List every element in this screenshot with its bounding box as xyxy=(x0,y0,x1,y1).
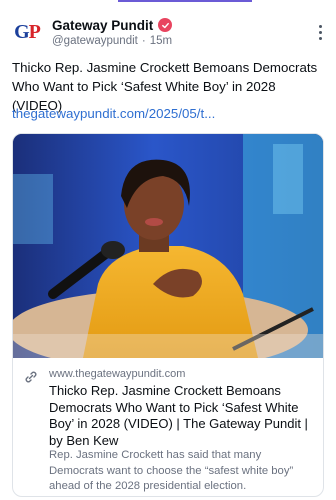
card-title[interactable]: Thicko Rep. Jasmine Crockett Bemoans Dem… xyxy=(49,383,315,449)
author-name[interactable]: Gateway Pundit xyxy=(52,18,153,33)
post-link[interactable]: thegatewaypundit.com/2025/05/t... xyxy=(12,106,215,121)
link-preview-card[interactable]: www.thegatewaypundit.com Thicko Rep. Jas… xyxy=(12,133,324,497)
author-name-row: Gateway Pundit xyxy=(52,18,312,33)
separator-dot: · xyxy=(141,34,146,47)
more-vertical-icon[interactable] xyxy=(312,20,328,44)
preview-image xyxy=(13,134,323,358)
verified-badge-icon xyxy=(158,18,173,32)
card-domain: www.thegatewaypundit.com xyxy=(49,368,186,380)
author-handle[interactable]: @gatewaypundit xyxy=(52,35,138,47)
avatar[interactable]: GP xyxy=(12,17,42,47)
post-time[interactable]: 15m xyxy=(150,35,172,47)
avatar-letter-g: G xyxy=(14,20,30,43)
feed-post: GP Gateway Pundit @gatewaypundit · 15m T… xyxy=(0,0,336,500)
link-chain-icon xyxy=(25,371,37,383)
handle-row: @gatewaypundit · 15m xyxy=(52,35,312,47)
post-header: GP Gateway Pundit @gatewaypundit · 15m xyxy=(12,14,328,50)
author-meta: Gateway Pundit @gatewaypundit · 15m xyxy=(52,18,312,47)
card-description: Rep. Jasmine Crockett has said that many… xyxy=(49,449,294,492)
avatar-letter-p: P xyxy=(28,20,41,43)
